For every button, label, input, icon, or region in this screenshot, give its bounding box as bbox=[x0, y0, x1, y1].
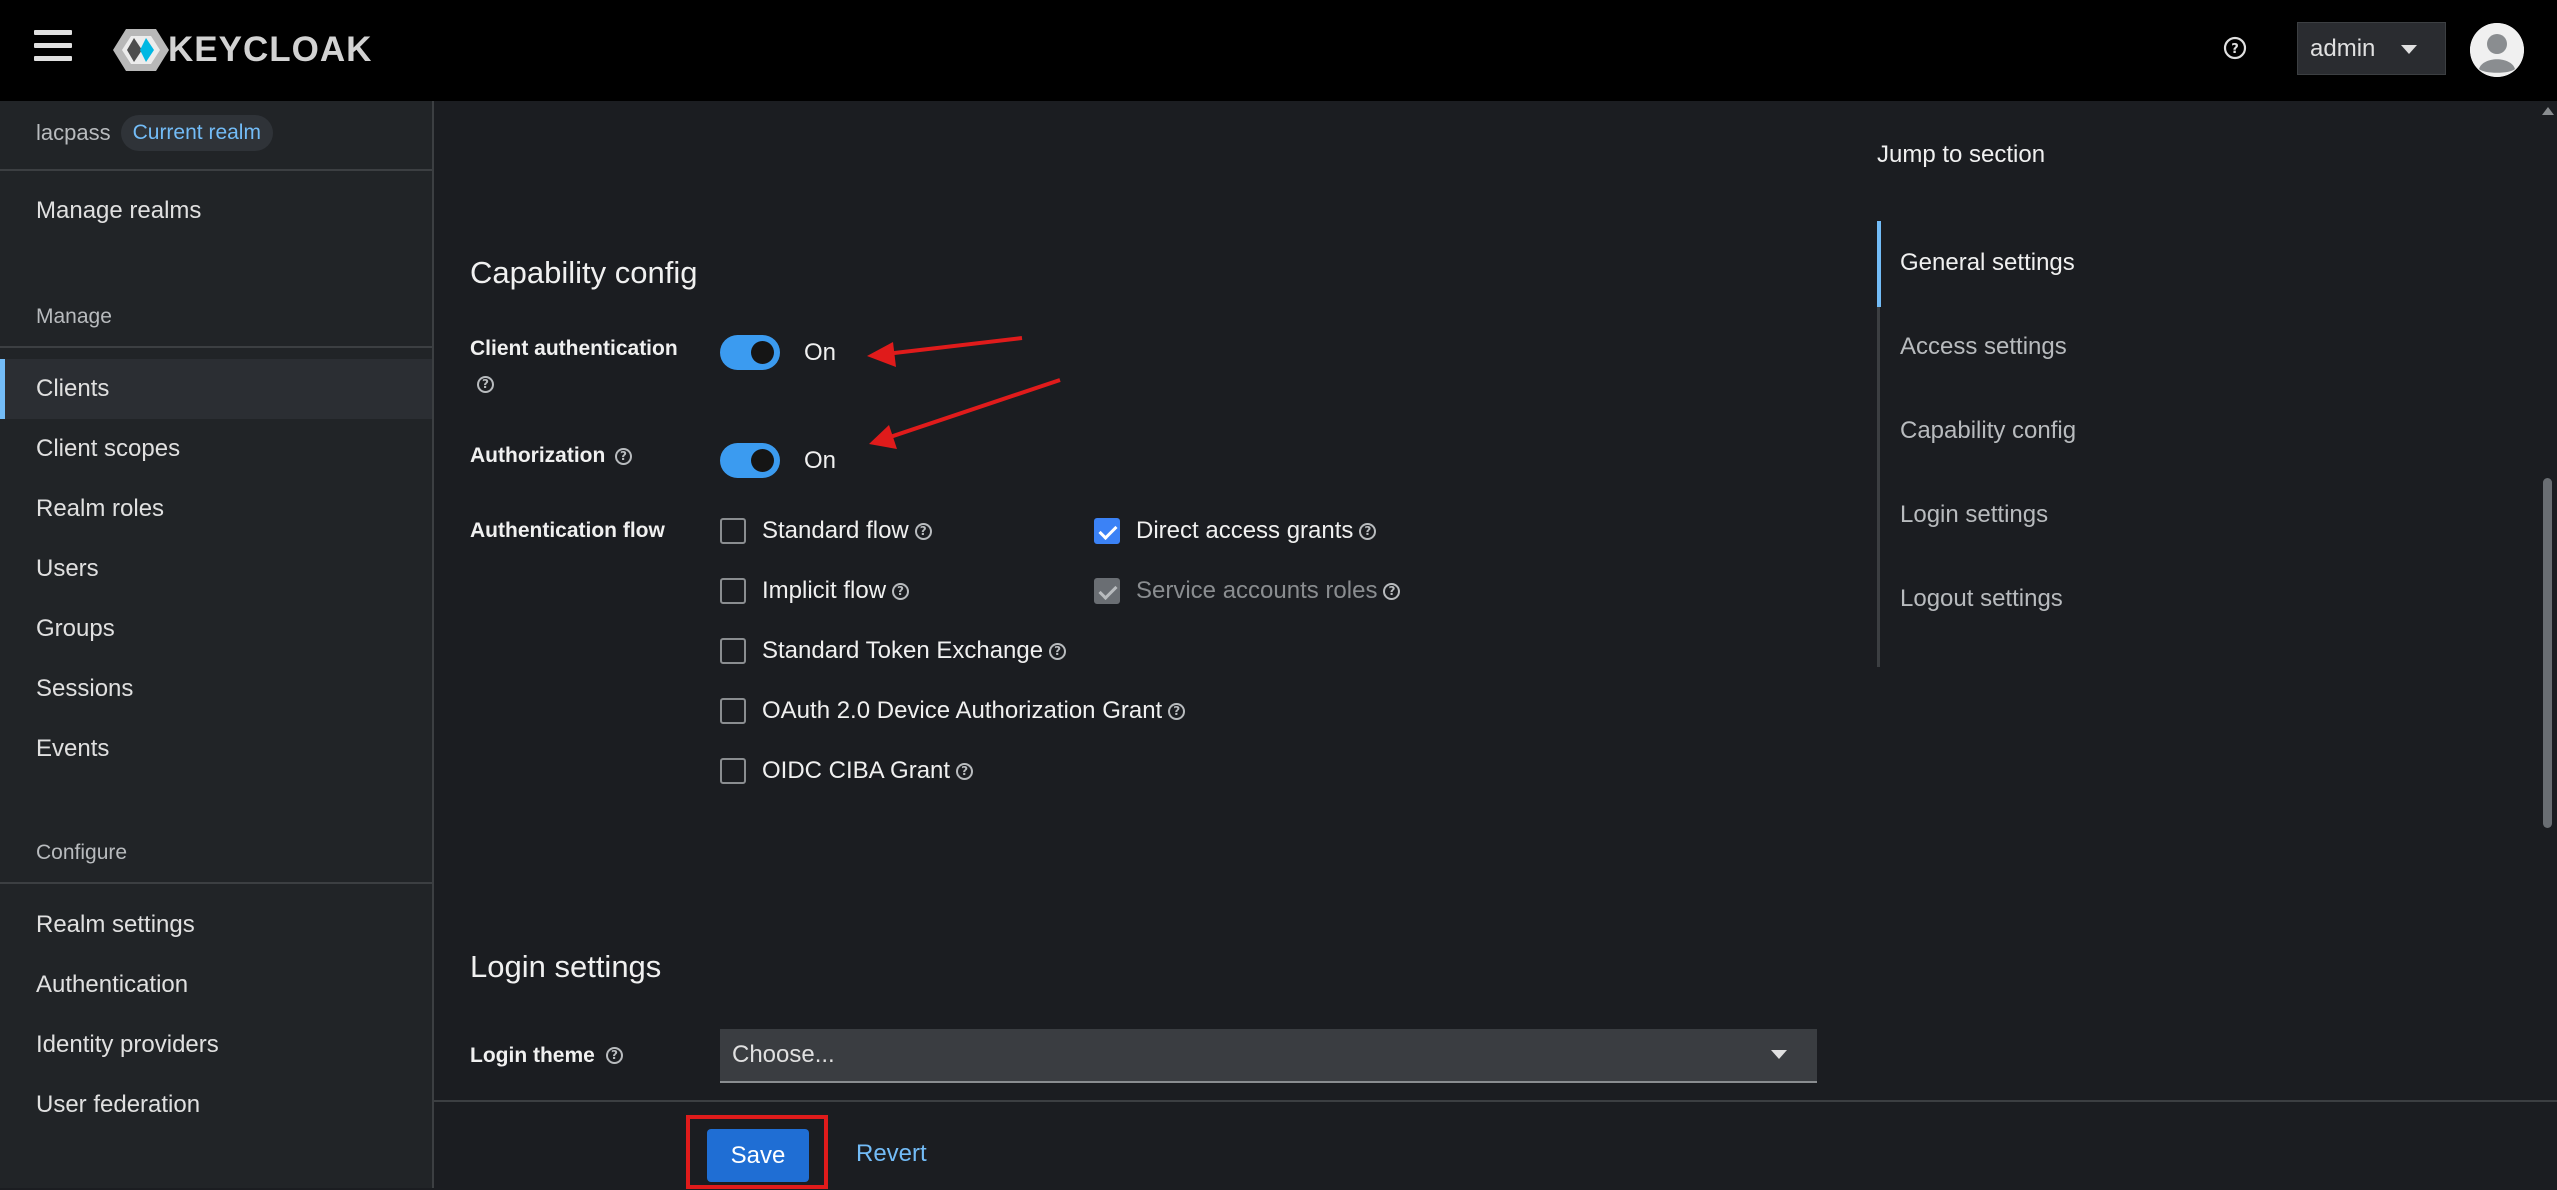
section-label-configure: Configure bbox=[36, 841, 128, 864]
caret-down-icon bbox=[1771, 1050, 1787, 1059]
section-title-login-settings: Login settings bbox=[470, 949, 662, 984]
authorization-state: On bbox=[804, 447, 837, 474]
sidebar-item-groups[interactable]: Groups bbox=[0, 599, 432, 659]
login-theme-select[interactable]: Choose... bbox=[720, 1029, 1817, 1083]
jump-active-indicator bbox=[1877, 221, 1881, 307]
hamburger-icon[interactable] bbox=[34, 30, 72, 64]
scrollbar[interactable] bbox=[2538, 101, 2557, 1100]
oauth-device-grant-checkbox[interactable]: OAuth 2.0 Device Authorization Grant ? bbox=[720, 697, 1186, 725]
sidebar-item-users[interactable]: Users bbox=[0, 539, 432, 599]
checkbox-checked[interactable] bbox=[1094, 518, 1120, 544]
help-icon[interactable]: ? bbox=[892, 582, 910, 600]
authorization-label: Authorization bbox=[470, 444, 606, 467]
divider bbox=[0, 169, 432, 171]
sidebar-item-identity-providers[interactable]: Identity providers bbox=[0, 1015, 432, 1075]
implicit-flow-checkbox[interactable]: Implicit flow ? bbox=[720, 577, 910, 605]
checkbox-label: Standard Token Exchange bbox=[762, 637, 1044, 664]
checkbox[interactable] bbox=[720, 698, 746, 724]
jump-link-capability-config[interactable]: Capability config bbox=[1900, 417, 2076, 445]
help-icon[interactable]: ? bbox=[1049, 642, 1067, 660]
divider bbox=[0, 882, 432, 884]
direct-access-grants-checkbox[interactable]: Direct access grants ? bbox=[1094, 517, 1377, 545]
logo-text: KEYCLOAK bbox=[168, 30, 373, 69]
main-content: Capability config Client authentication … bbox=[434, 101, 2557, 1190]
oidc-ciba-grant-checkbox[interactable]: OIDC CIBA Grant ? bbox=[720, 757, 974, 785]
checkbox-label: Standard flow bbox=[762, 517, 909, 544]
standard-token-exchange-checkbox[interactable]: Standard Token Exchange ? bbox=[720, 637, 1067, 665]
sidebar-item-manage-realms[interactable]: Manage realms bbox=[0, 181, 432, 241]
checkbox[interactable] bbox=[720, 578, 746, 604]
help-icon[interactable]: ? bbox=[1359, 522, 1377, 540]
masthead: KEYCLOAK ? admin bbox=[0, 0, 2557, 101]
help-icon[interactable]: ? bbox=[2222, 35, 2248, 61]
checkbox-label: OAuth 2.0 Device Authorization Grant bbox=[762, 697, 1163, 724]
realm-selector[interactable]: lacpass Current realm bbox=[36, 115, 273, 151]
current-realm-badge: Current realm bbox=[120, 115, 273, 151]
form-footer: Save Revert bbox=[434, 1100, 2557, 1190]
sidebar-item-user-federation[interactable]: User federation bbox=[0, 1075, 432, 1135]
sidebar-item-events[interactable]: Events bbox=[0, 719, 432, 779]
toggle-knob bbox=[751, 341, 774, 364]
authorization-toggle[interactable] bbox=[720, 443, 780, 478]
keycloak-logo[interactable]: KEYCLOAK bbox=[112, 24, 372, 76]
sidebar-item-sessions[interactable]: Sessions bbox=[0, 659, 432, 719]
login-theme-label: Login theme bbox=[470, 1044, 595, 1067]
help-icon[interactable]: ? bbox=[477, 376, 494, 393]
jump-link-login-settings[interactable]: Login settings bbox=[1900, 501, 2048, 529]
jump-link-logout-settings[interactable]: Logout settings bbox=[1900, 585, 2063, 613]
checkbox[interactable] bbox=[720, 518, 746, 544]
checkbox-label: OIDC CIBA Grant bbox=[762, 757, 951, 784]
keycloak-logo-icon bbox=[113, 29, 169, 71]
avatar-icon bbox=[2470, 23, 2524, 77]
sidebar-item-realm-settings[interactable]: Realm settings bbox=[0, 895, 432, 955]
section-title-capability-config: Capability config bbox=[470, 255, 698, 290]
scroll-thumb[interactable] bbox=[2543, 478, 2552, 828]
sidebar-item-client-scopes[interactable]: Client scopes bbox=[0, 419, 432, 479]
checkbox[interactable] bbox=[720, 758, 746, 784]
jump-link-access-settings[interactable]: Access settings bbox=[1900, 333, 2067, 361]
checkbox-label: Direct access grants bbox=[1136, 517, 1354, 544]
help-icon[interactable]: ? bbox=[914, 522, 932, 540]
checkbox-label: Service accounts roles bbox=[1136, 577, 1378, 604]
help-icon[interactable]: ? bbox=[615, 448, 632, 465]
help-icon[interactable]: ? bbox=[1168, 702, 1186, 720]
service-accounts-roles-checkbox: Service accounts roles ? bbox=[1094, 577, 1401, 605]
sidebar-item-clients[interactable]: Clients bbox=[0, 359, 432, 419]
authentication-flow-label: Authentication flow bbox=[470, 519, 665, 542]
login-theme-value: Choose... bbox=[732, 1041, 835, 1068]
toggle-knob bbox=[751, 449, 774, 472]
svg-text:?: ? bbox=[2231, 42, 2239, 57]
save-button[interactable]: Save bbox=[707, 1129, 809, 1182]
caret-down-icon bbox=[2401, 45, 2417, 54]
help-icon[interactable]: ? bbox=[956, 762, 974, 780]
jump-to-section-title: Jump to section bbox=[1877, 141, 2046, 168]
help-icon[interactable]: ? bbox=[1383, 582, 1401, 600]
section-label-manage: Manage bbox=[36, 305, 112, 328]
checkbox-label: Implicit flow bbox=[762, 577, 887, 604]
standard-flow-checkbox[interactable]: Standard flow ? bbox=[720, 517, 932, 545]
user-dropdown[interactable]: admin bbox=[2297, 22, 2446, 75]
revert-button[interactable]: Revert bbox=[856, 1140, 927, 1168]
scroll-up-icon[interactable] bbox=[2542, 107, 2554, 115]
checkbox-disabled bbox=[1094, 578, 1120, 604]
client-authentication-label: Client authentication bbox=[470, 337, 678, 360]
client-authentication-state: On bbox=[804, 339, 837, 366]
sidebar-item-authentication[interactable]: Authentication bbox=[0, 955, 432, 1015]
sidebar: lacpass Current realm Manage realms Mana… bbox=[0, 101, 434, 1188]
client-authentication-toggle[interactable] bbox=[720, 335, 780, 370]
user-name: admin bbox=[2310, 34, 2376, 62]
sidebar-item-realm-roles[interactable]: Realm roles bbox=[0, 479, 432, 539]
divider bbox=[0, 346, 432, 348]
realm-name: lacpass bbox=[36, 120, 111, 145]
help-icon[interactable]: ? bbox=[606, 1047, 623, 1064]
avatar[interactable] bbox=[2470, 23, 2524, 77]
jump-link-general-settings[interactable]: General settings bbox=[1900, 249, 2075, 277]
checkbox[interactable] bbox=[720, 638, 746, 664]
